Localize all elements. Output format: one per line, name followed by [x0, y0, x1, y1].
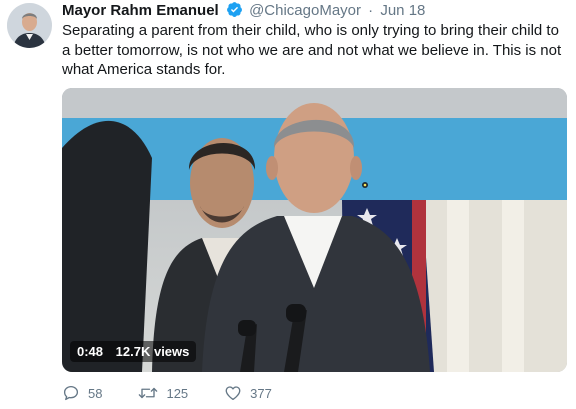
- retweet-button[interactable]: 125: [138, 384, 188, 402]
- reply-count: 58: [88, 385, 103, 401]
- tweet-text: Separating a parent from their child, wh…: [62, 22, 562, 78]
- video-info-overlay: 0:48 12.7K views: [70, 341, 197, 362]
- like-icon: [225, 386, 241, 401]
- tweet-header: Mayor Rahm Emanuel @ChicagoMayor · Jun 1…: [62, 1, 568, 21]
- video-duration: 0:48: [77, 344, 104, 359]
- reply-button[interactable]: 58: [62, 384, 102, 402]
- header-separator: ·: [368, 2, 374, 19]
- author-avatar[interactable]: [7, 3, 52, 48]
- like-count: 377: [250, 385, 272, 401]
- author-handle[interactable]: @ChicagoMayor: [249, 2, 361, 19]
- like-button[interactable]: 377: [224, 384, 272, 402]
- video-thumbnail: [62, 88, 567, 372]
- reply-icon: [63, 385, 79, 401]
- avatar-photo: [7, 3, 52, 48]
- video-player[interactable]: 0:48 12.7K views: [62, 88, 567, 372]
- author-name[interactable]: Mayor Rahm Emanuel: [62, 2, 219, 19]
- tweet-date[interactable]: Jun 18: [380, 2, 425, 19]
- retweet-icon: [139, 387, 158, 399]
- verified-badge-icon: [226, 1, 243, 23]
- tweet-actions: 58 125 377: [62, 382, 308, 404]
- retweet-count: 125: [166, 385, 189, 401]
- video-view-count: 12.7K views: [115, 344, 190, 359]
